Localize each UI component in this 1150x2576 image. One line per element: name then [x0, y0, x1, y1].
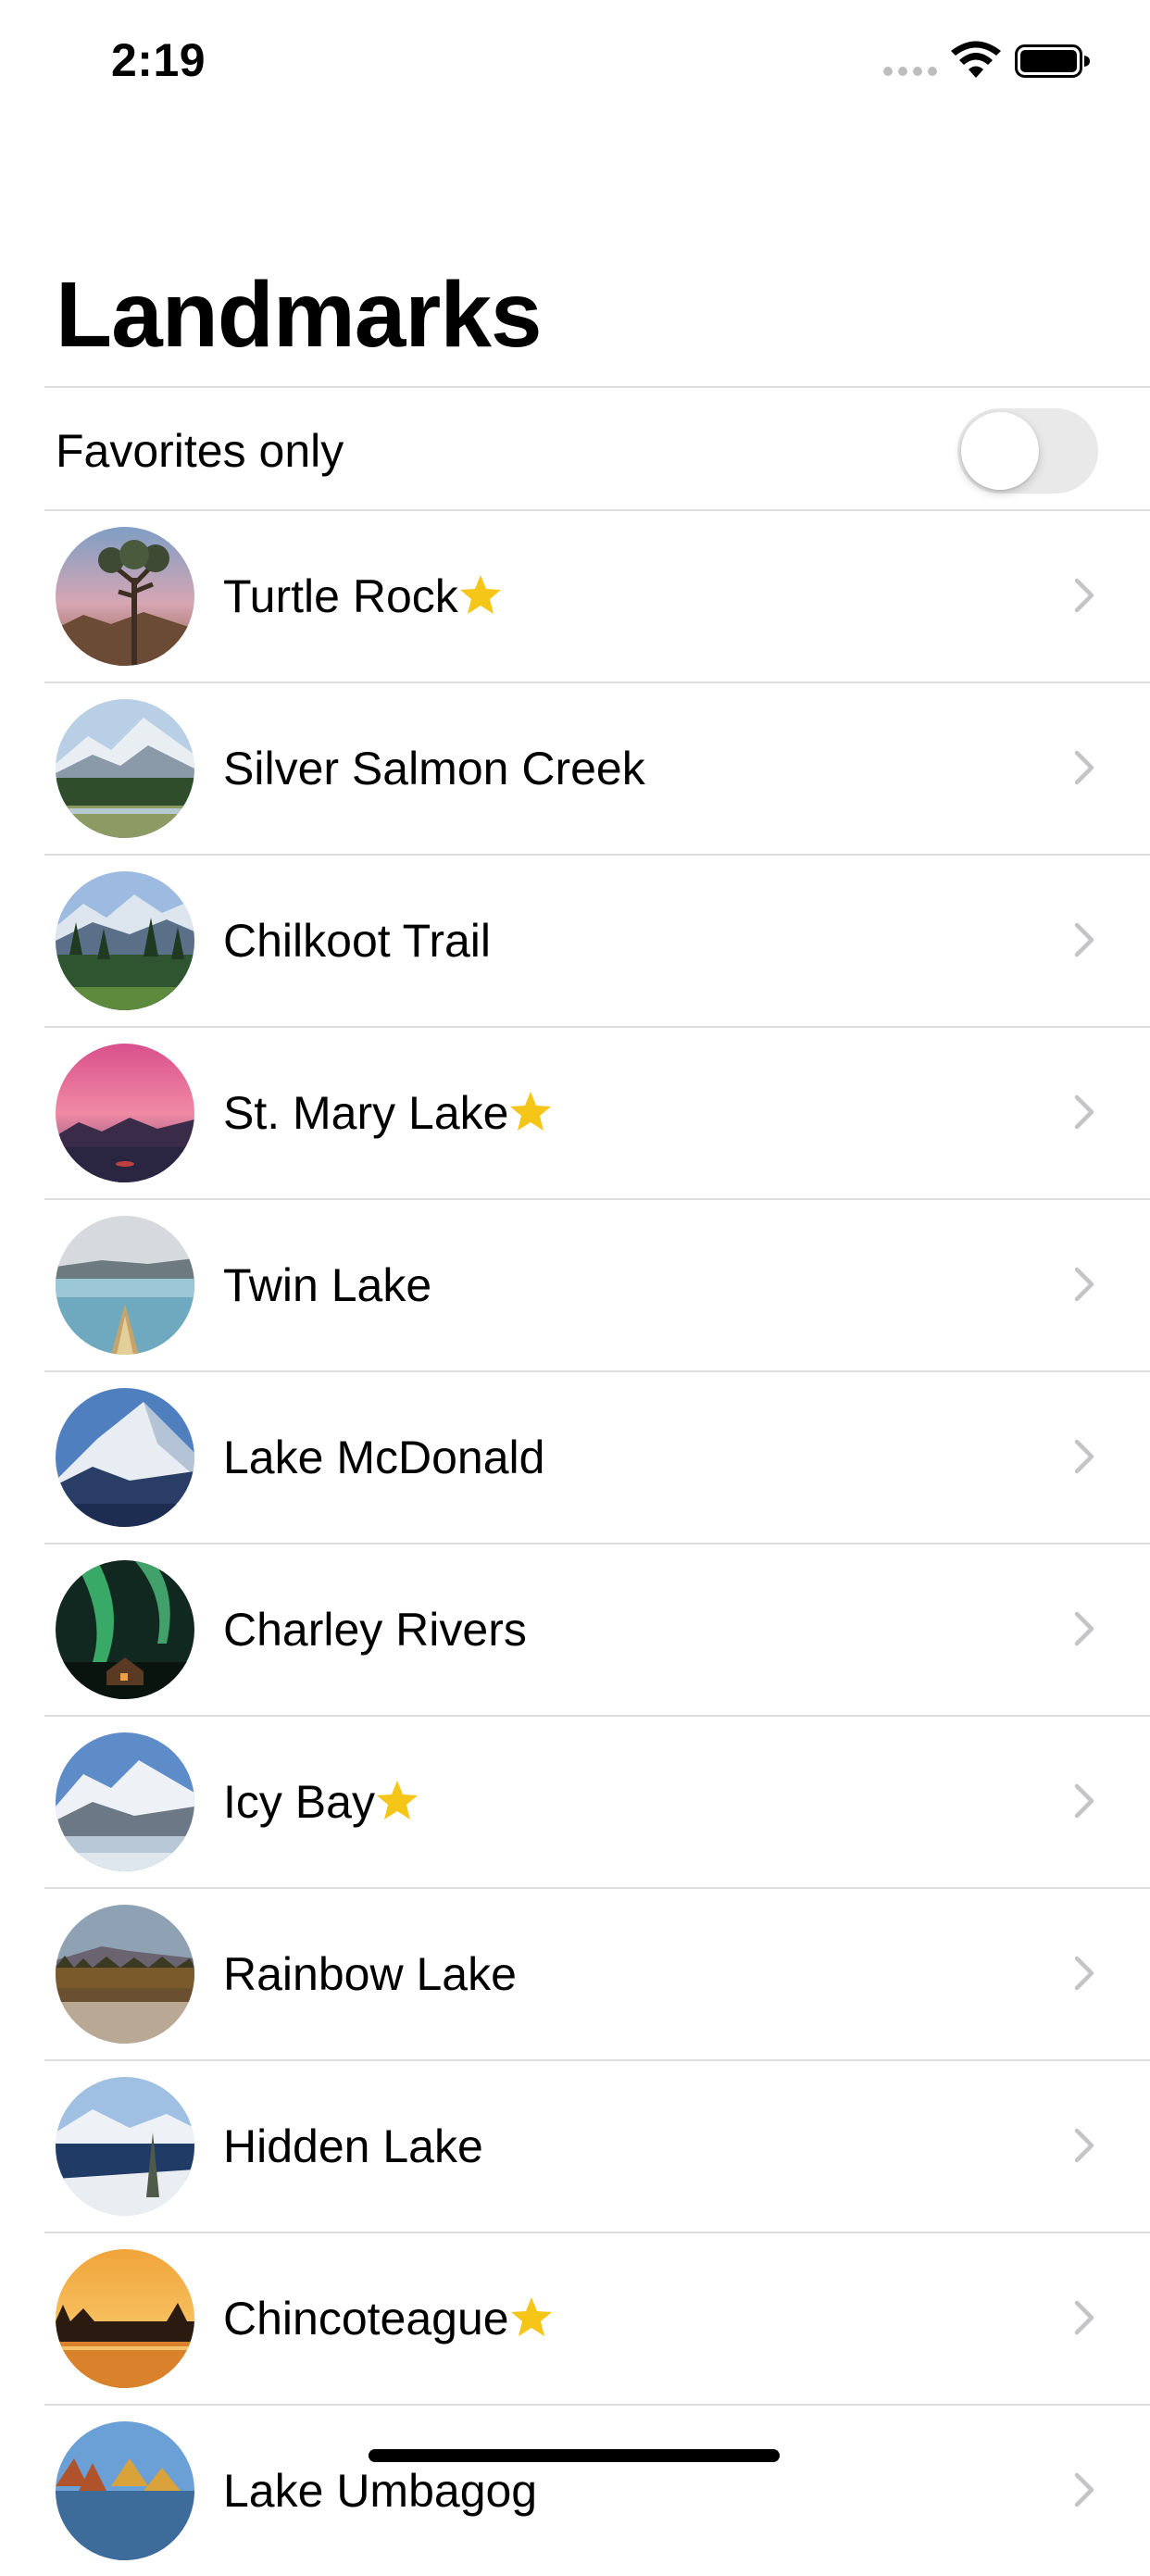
- battery-icon: [1015, 44, 1090, 78]
- chevron-right-icon: [1074, 2300, 1094, 2335]
- chevron-right-icon: [1074, 1783, 1094, 1819]
- signal-icon: [883, 67, 937, 76]
- landmark-name: Twin Lake: [223, 1259, 432, 1311]
- landmark-thumbnail: [56, 2249, 194, 2388]
- chevron-right-icon: [1074, 922, 1094, 957]
- page-title: Landmarks: [56, 263, 543, 367]
- toggle-knob: [961, 412, 1039, 490]
- landmark-thumbnail: [56, 527, 194, 666]
- landmark-row-twin-lake[interactable]: Twin Lake: [44, 1198, 1150, 1370]
- star-icon: [376, 1781, 418, 1819]
- chevron-right-icon: [1074, 578, 1094, 613]
- landmark-row-chilkoot-trail[interactable]: Chilkoot Trail: [44, 854, 1150, 1026]
- landmark-row-lake-umbagog[interactable]: Lake Umbagog: [44, 2404, 1150, 2576]
- status-time: 2:19: [111, 34, 206, 86]
- favorites-toggle[interactable]: [957, 408, 1098, 494]
- chevron-right-icon: [1074, 1267, 1094, 1302]
- status-bar: 2:19: [0, 0, 1150, 122]
- landmark-row-lake-mcdonald[interactable]: Lake McDonald: [44, 1370, 1150, 1543]
- star-icon: [510, 2297, 552, 2336]
- landmark-thumbnail: [56, 1560, 194, 1699]
- landmark-name: Lake McDonald: [223, 1432, 545, 1483]
- chevron-right-icon: [1074, 1439, 1094, 1474]
- landmark-thumbnail: [56, 1905, 194, 2044]
- landmark-name: Turtle Rock: [223, 569, 503, 624]
- landmark-name: Icy Bay: [223, 1774, 419, 1830]
- star-icon: [459, 575, 501, 614]
- landmark-thumbnail: [56, 2077, 194, 2216]
- landmark-thumbnail: [56, 1044, 194, 1182]
- landmark-name: Charley Rivers: [223, 1604, 527, 1656]
- landmark-row-chincoteague[interactable]: Chincoteague: [44, 2232, 1150, 2404]
- chevron-right-icon: [1074, 1094, 1094, 1130]
- landmark-thumbnail: [56, 1388, 194, 1527]
- landmark-thumbnail: [56, 1732, 194, 1871]
- chevron-right-icon: [1074, 2128, 1094, 2163]
- landmark-thumbnail: [56, 871, 194, 1010]
- home-indicator[interactable]: [369, 2449, 780, 2462]
- wifi-icon: [951, 41, 1001, 78]
- landmark-row-turtle-rock[interactable]: Turtle Rock: [44, 509, 1150, 682]
- landmark-name: Chilkoot Trail: [223, 915, 491, 967]
- landmark-thumbnail: [56, 1216, 194, 1355]
- chevron-right-icon: [1074, 750, 1094, 785]
- landmark-row-rainbow-lake[interactable]: Rainbow Lake: [44, 1887, 1150, 2059]
- landmark-row-hidden-lake[interactable]: Hidden Lake: [44, 2059, 1150, 2232]
- landmark-name: Silver Salmon Creek: [223, 743, 645, 794]
- chevron-right-icon: [1074, 1611, 1094, 1646]
- favorites-toggle-row: Favorites only: [44, 386, 1150, 509]
- chevron-right-icon: [1074, 2472, 1094, 2507]
- landmark-list: Favorites only Turtle Rock Silver Salmon…: [44, 386, 1150, 2576]
- landmark-thumbnail: [56, 2421, 194, 2560]
- landmark-row-icy-bay[interactable]: Icy Bay: [44, 1715, 1150, 1887]
- landmark-name: Lake Umbagog: [223, 2465, 538, 2517]
- landmark-row-st-mary-lake[interactable]: St. Mary Lake: [44, 1026, 1150, 1198]
- landmark-name: Hidden Lake: [223, 2120, 483, 2172]
- landmark-name: St. Mary Lake: [223, 1085, 553, 1141]
- star-icon: [510, 1092, 552, 1131]
- landmark-name: Rainbow Lake: [223, 1948, 517, 2000]
- landmark-row-charley-rivers[interactable]: Charley Rivers: [44, 1543, 1150, 1715]
- landmark-name: Chincoteague: [223, 2291, 554, 2346]
- landmark-row-silver-salmon-creek[interactable]: Silver Salmon Creek: [44, 682, 1150, 854]
- landmark-thumbnail: [56, 699, 194, 838]
- favorites-toggle-label: Favorites only: [56, 425, 344, 477]
- chevron-right-icon: [1074, 1956, 1094, 1991]
